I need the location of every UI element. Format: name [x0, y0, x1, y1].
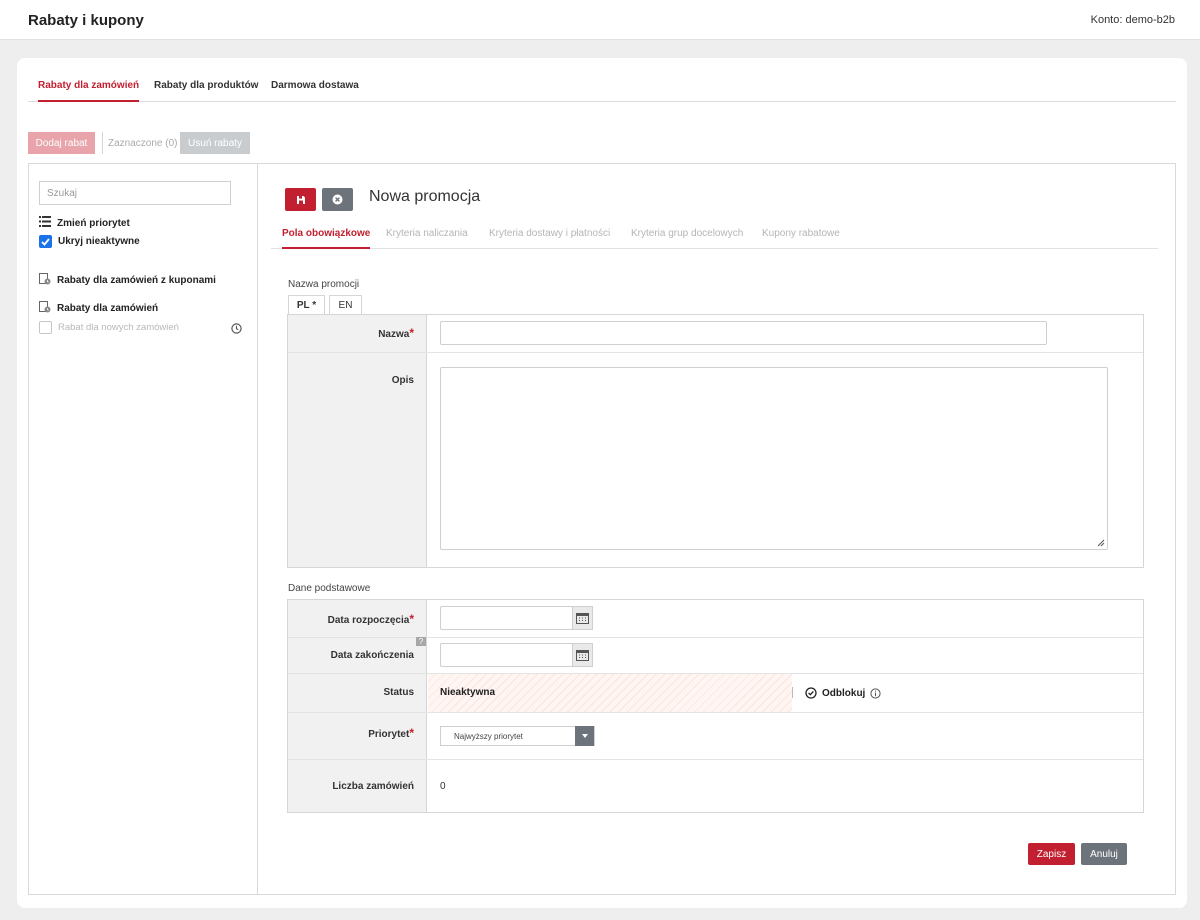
orders-count-value: 0 — [440, 781, 446, 792]
subtab-target-group-criteria[interactable]: Kryteria grup docelowych — [631, 228, 743, 239]
toolbar-divider — [102, 132, 103, 154]
item-new-orders-label: Rabat dla nowych zamówień — [58, 322, 179, 333]
end-date-label: Data zakończenia — [330, 650, 414, 661]
priority-label: Priorytet* — [368, 726, 414, 740]
save-icon — [296, 195, 305, 204]
group-order-label: Rabaty dla zamówień — [57, 303, 159, 314]
group-order-discounts[interactable]: Rabaty dla zamówień — [39, 301, 158, 316]
hide-inactive-row[interactable]: Ukryj nieaktywne — [39, 235, 140, 248]
check-circle-icon — [805, 687, 817, 699]
status-field: Nieaktywna — [428, 674, 792, 712]
account-label[interactable]: Konto: demo-b2b — [1091, 14, 1175, 26]
status-divider — [792, 687, 793, 698]
add-discount-button[interactable]: Dodaj rabat — [28, 132, 95, 154]
form-title: Nowa promocja — [369, 188, 481, 205]
description-textarea[interactable] — [440, 367, 1108, 550]
selected-count: Zaznaczone (0) — [108, 138, 178, 149]
unlock-label: Odblokuj — [822, 687, 866, 699]
start-date-input[interactable] — [440, 606, 573, 630]
subtab-coupons[interactable]: Kupony rabatowe — [762, 228, 840, 239]
section-basic-data: Dane podstawowe — [288, 583, 371, 594]
close-icon-button[interactable] — [322, 188, 353, 211]
end-date-calendar-button[interactable] — [572, 643, 593, 667]
start-date-label: Data rozpoczęcia* — [327, 612, 414, 626]
sidebar: Szukaj Zmień priorytet Ukryj nieaktywne … — [29, 164, 258, 894]
section-promotion-name: Nazwa promocji — [288, 279, 360, 290]
top-bar: Rabaty i kupony Konto: demo-b2b — [0, 0, 1200, 40]
tab-free-shipping[interactable]: Darmowa dostawa — [271, 80, 359, 102]
row-divider — [288, 712, 1143, 713]
priority-select-value: Najwyższy priorytet — [454, 732, 523, 741]
resize-handle-icon[interactable] — [1097, 539, 1105, 547]
end-date-input[interactable] — [440, 643, 573, 667]
subtab-required-fields[interactable]: Pola obowiązkowe — [282, 228, 371, 249]
orders-count-label: Liczba zamówień — [332, 781, 414, 792]
search-input[interactable]: Szukaj — [39, 181, 231, 205]
change-priority-button[interactable]: Zmień priorytet — [39, 216, 130, 230]
main-tabs: Rabaty dla zamówień Rabaty dla produktów… — [28, 75, 1176, 102]
lang-tab-pl[interactable]: PL * — [288, 295, 325, 315]
row-divider — [288, 759, 1143, 760]
lang-tab-en[interactable]: EN — [329, 295, 362, 315]
status-value: Nieaktywna — [440, 687, 496, 698]
list-icon — [39, 216, 51, 230]
delete-discounts-button[interactable]: Usuń rabaty — [180, 132, 250, 154]
chevron-down-icon[interactable] — [575, 726, 594, 746]
help-icon[interactable]: ? — [416, 637, 426, 646]
cancel-button[interactable]: Anuluj — [1081, 843, 1127, 865]
name-input[interactable] — [440, 321, 1047, 345]
unlock-button[interactable]: Odblokuj — [805, 687, 881, 699]
tab-order-discounts[interactable]: Rabaty dla zamówień — [38, 80, 140, 102]
discount-group-icon — [39, 273, 51, 288]
page-title: Rabaty i kupony — [28, 12, 144, 29]
calendar-icon — [576, 613, 589, 624]
name-panel: Nazwa* Opis — [287, 314, 1144, 568]
hide-inactive-checkbox[interactable] — [39, 235, 52, 248]
start-date-calendar-button[interactable] — [572, 606, 593, 630]
subtab-delivery-payment-criteria[interactable]: Kryteria dostawy i płatności — [489, 228, 610, 239]
list-item-new-orders[interactable]: Rabat dla nowych zamówień — [39, 321, 179, 334]
save-button[interactable]: Zapisz — [1028, 843, 1075, 865]
item-checkbox[interactable] — [39, 321, 52, 334]
discount-group-icon — [39, 301, 51, 316]
close-icon — [332, 194, 343, 205]
name-label: Nazwa* — [378, 326, 414, 340]
tab-product-discounts[interactable]: Rabaty dla produktów — [154, 80, 258, 102]
priority-select[interactable]: Najwyższy priorytet — [440, 726, 595, 746]
row-divider — [288, 352, 1143, 353]
calendar-icon — [576, 650, 589, 661]
hide-inactive-label: Ukryj nieaktywne — [58, 236, 140, 247]
status-label: Status — [383, 687, 414, 698]
save-icon-button[interactable] — [285, 188, 316, 211]
subtab-calculation-criteria[interactable]: Kryteria naliczania — [386, 228, 468, 239]
change-priority-label: Zmień priorytet — [57, 217, 130, 229]
group-coupon-discounts[interactable]: Rabaty dla zamówień z kuponami — [39, 273, 216, 288]
description-label: Opis — [391, 375, 414, 386]
content-frame: Szukaj Zmień priorytet Ukryj nieaktywne … — [28, 163, 1176, 895]
group-coupon-label: Rabaty dla zamówień z kuponami — [57, 275, 216, 286]
info-icon[interactable] — [870, 687, 881, 699]
clock-icon — [231, 323, 242, 337]
basic-data-panel: Data rozpoczęcia* ? Data zakończenia Sta… — [287, 599, 1144, 813]
check-icon — [41, 237, 50, 246]
form-subtabs: Pola obowiązkowe Kryteria naliczania Kry… — [271, 224, 1158, 249]
promotion-form: Nowa promocja Pola obowiązkowe Kryteria … — [258, 164, 1175, 894]
